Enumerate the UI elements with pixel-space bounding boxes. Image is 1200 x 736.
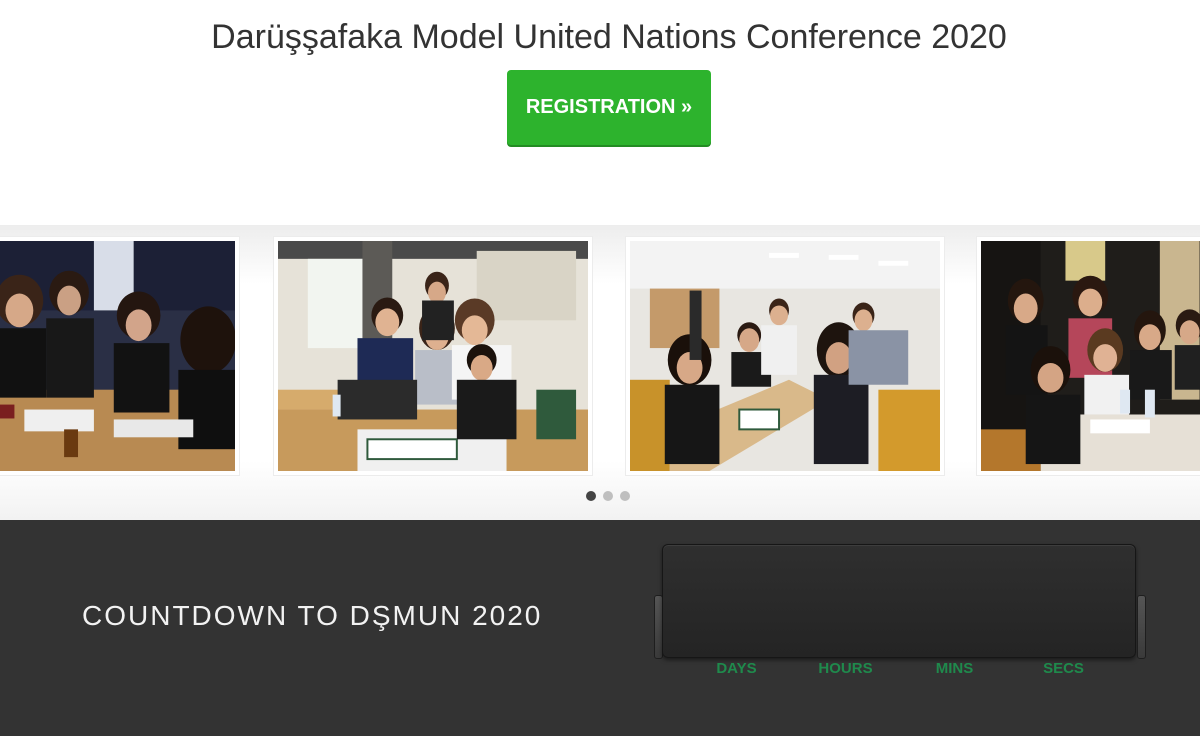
slide-photo — [981, 241, 1200, 471]
days-label: DAYS — [716, 660, 757, 677]
carousel-dot-1[interactable] — [586, 491, 596, 501]
carousel-slide-3[interactable] — [625, 236, 945, 476]
page-title: Darüşşafaka Model United Nations Confere… — [211, 18, 1007, 56]
countdown-title: COUNTDOWN TO DŞMUN 2020 — [82, 600, 543, 631]
slide-photo — [0, 241, 235, 471]
countdown-timer-display — [662, 544, 1136, 658]
hours-label: HOURS — [818, 660, 873, 677]
carousel-dot-3[interactable] — [620, 491, 630, 501]
slide-photo — [630, 241, 940, 471]
hero-section: Darüşşafaka Model United Nations Confere… — [0, 0, 1200, 225]
registration-button[interactable]: REGISTRATION » — [507, 70, 711, 145]
counter-right-edge — [1137, 595, 1146, 659]
countdown-labels: DAYS HOURS MINS SECS — [682, 660, 1118, 677]
carousel-slide-4[interactable] — [976, 236, 1200, 476]
secs-label: SECS — [1043, 660, 1084, 677]
carousel-dots — [586, 491, 630, 501]
mins-label: MINS — [935, 660, 974, 677]
photo-carousel[interactable] — [0, 225, 1200, 520]
carousel-slide-1[interactable] — [0, 236, 240, 476]
carousel-dot-2[interactable] — [603, 491, 613, 501]
carousel-slide-2[interactable] — [273, 236, 593, 476]
countdown-section: COUNTDOWN TO DŞMUN 2020 DAYS HOURS MINS … — [0, 520, 1200, 736]
slide-photo — [278, 241, 588, 471]
